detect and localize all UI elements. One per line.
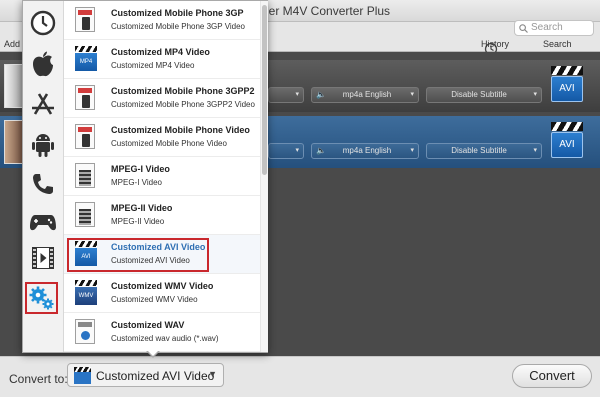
phone-file-icon: [75, 85, 97, 111]
format-item-desc: MPEG-II Video: [111, 217, 165, 226]
popover-arrow: [146, 350, 160, 358]
audio-value: mp4a English: [342, 90, 392, 99]
category-customized[interactable]: [25, 282, 58, 314]
format-item-name: Customized AVI Video: [111, 242, 206, 252]
format-item-mobile-3gp[interactable]: Customized Mobile Phone 3GP Customized M…: [64, 1, 260, 40]
clapper-icon: [551, 66, 583, 75]
film-file-icon: [75, 163, 97, 189]
format-item-desc: Customized wav audio (*.wav): [111, 334, 219, 343]
app-store-icon: [32, 93, 54, 115]
category-android[interactable]: [25, 127, 61, 161]
subtitle-value: Disable Subtitle: [451, 146, 507, 155]
icon-badge: WMV: [75, 287, 97, 305]
format-item-mpeg1[interactable]: MPEG-I Video MPEG-I Video: [64, 157, 260, 196]
format-item-desc: Customized MP4 Video: [111, 61, 195, 70]
format-item-desc: Customized Mobile Phone 3GPP2 Video: [111, 100, 255, 109]
subtitle-dropdown[interactable]: Disable Subtitle ▾: [426, 87, 542, 103]
android-icon: [32, 134, 54, 157]
format-item-name: MPEG-I Video: [111, 164, 170, 174]
audio-dropdown[interactable]: 🔈 mp4a English ▾: [311, 143, 419, 159]
search-placeholder: Search: [531, 22, 563, 33]
format-badge-label: AVI: [551, 76, 583, 102]
avi-clapper-icon: AVI: [75, 241, 97, 267]
format-item-name: Customized Mobile Phone 3GPP2: [111, 86, 255, 96]
category-app-store[interactable]: [25, 87, 61, 121]
gears-icon: [29, 286, 53, 310]
category-game[interactable]: [25, 205, 61, 239]
output-format-badge[interactable]: AVI: [551, 122, 583, 158]
format-list: Customized Mobile Phone 3GP Customized M…: [64, 1, 260, 352]
format-item-wav[interactable]: Customized WAV Customized wav audio (*.w…: [64, 313, 260, 352]
category-phone[interactable]: [25, 167, 61, 201]
track-dropdown[interactable]: ▾: [268, 87, 304, 103]
format-badge-label: AVI: [551, 132, 583, 158]
film-file-icon: [75, 202, 97, 228]
wav-file-icon: [75, 319, 97, 345]
audio-value: mp4a English: [342, 146, 392, 155]
format-item-desc: MPEG-I Video: [111, 178, 162, 187]
format-item-name: Customized WMV Video: [111, 281, 214, 291]
subtitle-value: Disable Subtitle: [451, 90, 507, 99]
format-item-desc: Customized WMV Video: [111, 295, 198, 304]
format-item-avi[interactable]: AVI Customized AVI Video Customized AVI …: [64, 235, 260, 274]
icon-badge: AVI: [75, 248, 97, 266]
clapper-icon: [551, 122, 583, 131]
history-label[interactable]: History: [481, 39, 509, 49]
search-input[interactable]: Search: [514, 20, 594, 36]
format-picker-popover: Customized Mobile Phone 3GP Customized M…: [22, 0, 268, 353]
convert-to-label: Convert to:: [9, 372, 68, 386]
format-item-mpeg2[interactable]: MPEG-II Video MPEG-II Video: [64, 196, 260, 235]
format-item-desc: Customized Mobile Phone 3GP Video: [111, 22, 246, 31]
subtitle-dropdown[interactable]: Disable Subtitle ▾: [426, 143, 542, 159]
window-title: ner M4V Converter Plus: [262, 4, 391, 18]
format-item-mobile-3gpp2[interactable]: Customized Mobile Phone 3GPP2 Customized…: [64, 79, 260, 118]
format-item-desc: Customized AVI Video: [111, 256, 190, 265]
wmv-clapper-icon: WMV: [75, 280, 97, 306]
phone-file-icon: [75, 7, 97, 33]
phone-file-icon: [75, 124, 97, 150]
mp4-clapper-icon: MP4: [75, 46, 97, 72]
icon-badge: MP4: [75, 53, 97, 71]
format-item-name: Customized MP4 Video: [111, 47, 210, 57]
format-item-name: Customized Mobile Phone Video: [111, 125, 250, 135]
phone-icon: [33, 174, 53, 194]
apple-icon: [33, 51, 53, 77]
film-icon: [32, 247, 54, 269]
clock-icon: [30, 10, 56, 36]
format-item-name: Customized WAV: [111, 320, 185, 330]
search-label: Search: [543, 39, 572, 49]
audio-dropdown[interactable]: 🔈 mp4a English ▾: [311, 87, 419, 103]
format-item-desc: Customized Mobile Phone Video: [111, 139, 227, 148]
format-item-name: MPEG-II Video: [111, 203, 173, 213]
category-apple[interactable]: [25, 47, 61, 81]
chevron-down-icon: ▼: [208, 369, 217, 379]
format-item-mobile-video[interactable]: Customized Mobile Phone Video Customized…: [64, 118, 260, 157]
format-item-wmv[interactable]: WMV Customized WMV Video Customized WMV …: [64, 274, 260, 313]
category-sidebar: [23, 1, 64, 352]
search-icon: [519, 24, 528, 33]
track-dropdown[interactable]: ▾: [268, 143, 304, 159]
avi-clapper-icon: [74, 367, 91, 384]
speaker-icon: 🔈: [316, 90, 326, 99]
category-video[interactable]: [25, 241, 61, 275]
scrollbar-thumb[interactable]: [262, 5, 267, 175]
output-format-badge[interactable]: AVI: [551, 66, 583, 102]
category-recent[interactable]: [25, 6, 61, 40]
convert-button[interactable]: Convert: [512, 364, 592, 388]
output-format-select[interactable]: Customized AVI Video ▼: [67, 363, 224, 387]
speaker-icon: 🔈: [316, 146, 326, 155]
gamepad-icon: [30, 215, 56, 231]
output-format-value: Customized AVI Video: [96, 369, 215, 383]
format-item-mp4[interactable]: MP4 Customized MP4 Video Customized MP4 …: [64, 40, 260, 79]
bottom-bar: Convert to: Customized AVI Video ▼ Conve…: [0, 356, 600, 397]
format-item-name: Customized Mobile Phone 3GP: [111, 8, 244, 18]
format-list-scrollbar[interactable]: [260, 1, 268, 352]
